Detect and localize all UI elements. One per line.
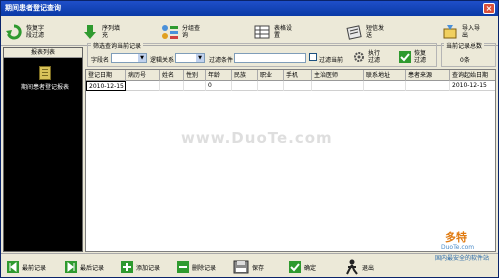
- last-record-icon: [65, 261, 77, 273]
- site-logo: 多特 DuoTe.com 国内最安全的软件站: [435, 231, 490, 262]
- column-header[interactable]: 职业: [258, 70, 284, 81]
- table-cell[interactable]: [232, 81, 258, 91]
- table-cell[interactable]: 2010-12-15: [86, 81, 126, 91]
- field-name-label: 字段名: [91, 57, 110, 64]
- restore-filter-button[interactable]: 恢复过滤: [399, 49, 430, 65]
- table-row[interactable]: 2010-12-15 0 2010-12-15: [86, 81, 495, 91]
- execute-filter-button[interactable]: 执行过滤: [353, 49, 384, 65]
- table-cell[interactable]: [126, 81, 160, 91]
- confirm-icon: [289, 261, 301, 273]
- delete-record-button[interactable]: 删除记录: [177, 258, 216, 276]
- column-header[interactable]: 主治医师: [312, 70, 364, 81]
- record-count-legend: 当前记录总数: [444, 41, 485, 50]
- watermark: www.DuoTe.com: [181, 129, 333, 147]
- column-header[interactable]: 登记日期: [86, 70, 126, 81]
- table-settings-icon: [253, 23, 271, 41]
- record-count-value: 0条: [460, 57, 470, 64]
- data-grid[interactable]: 登记日期 病历号 姓名 性别 年龄 民族 职业 手机 主治医师 联系地址 患者来…: [85, 69, 496, 252]
- chevron-down-icon: ▼: [196, 54, 204, 62]
- relation-label: 逻辑关系: [150, 57, 175, 64]
- table-cell[interactable]: [160, 81, 184, 91]
- table-cell[interactable]: [364, 81, 406, 91]
- relation-select[interactable]: ▼: [175, 53, 205, 63]
- report-list-panel: 报表列表 期间患者登记报表: [3, 47, 83, 252]
- group-query-icon: [161, 23, 179, 41]
- column-header[interactable]: 病历号: [126, 70, 160, 81]
- exit-button[interactable]: 退出: [345, 258, 374, 276]
- checkmark-icon: [399, 51, 411, 63]
- condition-input[interactable]: [234, 53, 306, 63]
- add-record-icon: [121, 261, 133, 273]
- sms-send-icon: [345, 23, 363, 41]
- first-record-icon: [7, 261, 19, 273]
- column-header[interactable]: 年龄: [206, 70, 232, 81]
- save-icon: [233, 260, 249, 274]
- first-record-button[interactable]: 最前记录: [7, 258, 46, 276]
- import-export-icon: [441, 23, 459, 41]
- table-cell[interactable]: [406, 81, 450, 91]
- restore-icon: [5, 23, 23, 41]
- table-cell[interactable]: [258, 81, 284, 91]
- table-cell[interactable]: 0: [206, 81, 232, 91]
- grid-header: 登记日期 病历号 姓名 性别 年龄 民族 职业 手机 主治医师 联系地址 患者来…: [86, 70, 495, 81]
- group-query-button[interactable]: 分组查询: [161, 19, 204, 45]
- table-cell[interactable]: [312, 81, 364, 91]
- filter-legend: 筛选查询当前记录: [91, 41, 144, 50]
- fill-down-icon: [81, 23, 99, 41]
- bottom-bar: 最前记录 最后记录 添加记录 删除记录 保存 确定 退出: [1, 253, 498, 278]
- column-header[interactable]: 性别: [184, 70, 206, 81]
- gear-icon: [353, 51, 365, 63]
- sms-send-button[interactable]: 短信发送: [345, 19, 388, 45]
- column-header[interactable]: 患者来源: [406, 70, 450, 81]
- delete-record-icon: [177, 261, 189, 273]
- title-bar: 期间患者登记查询 ×: [1, 1, 498, 16]
- restore-field-filter-button[interactable]: 恢复字段过滤: [5, 19, 48, 45]
- main-window: 期间患者登记查询 × 恢复字段过滤 序列填充 分组查询 表格设置 短信发送 导入…: [0, 0, 499, 278]
- close-icon[interactable]: ×: [483, 3, 495, 14]
- toolbar: 恢复字段过滤 序列填充 分组查询 表格设置 短信发送 导入导出: [1, 16, 498, 46]
- condition-label: 过滤条件: [209, 57, 234, 64]
- column-header[interactable]: 查询起始日期: [450, 70, 495, 81]
- column-header[interactable]: 联系地址: [364, 70, 406, 81]
- filter-current-checkbox[interactable]: [309, 53, 317, 61]
- window-title: 期间患者登记查询: [5, 4, 61, 12]
- chevron-down-icon: ▼: [138, 54, 146, 62]
- field-name-select[interactable]: ▼: [111, 53, 147, 63]
- table-cell[interactable]: 2010-12-15: [450, 81, 495, 91]
- table-settings-button[interactable]: 表格设置: [253, 19, 296, 45]
- last-record-button[interactable]: 最后记录: [65, 258, 104, 276]
- table-cell[interactable]: [284, 81, 312, 91]
- confirm-button[interactable]: 确定: [289, 258, 316, 276]
- report-list-item[interactable]: 期间患者登记报表: [8, 66, 82, 91]
- add-record-button[interactable]: 添加记录: [121, 258, 160, 276]
- filter-current-label: 过滤当前: [319, 57, 344, 64]
- column-header[interactable]: 民族: [232, 70, 258, 81]
- exit-icon: [345, 259, 359, 275]
- column-header[interactable]: 姓名: [160, 70, 184, 81]
- report-list-header: 报表列表: [4, 48, 82, 58]
- table-cell[interactable]: [184, 81, 206, 91]
- save-button[interactable]: 保存: [233, 258, 264, 276]
- calculator-icon: [39, 66, 51, 80]
- column-header[interactable]: 手机: [284, 70, 312, 81]
